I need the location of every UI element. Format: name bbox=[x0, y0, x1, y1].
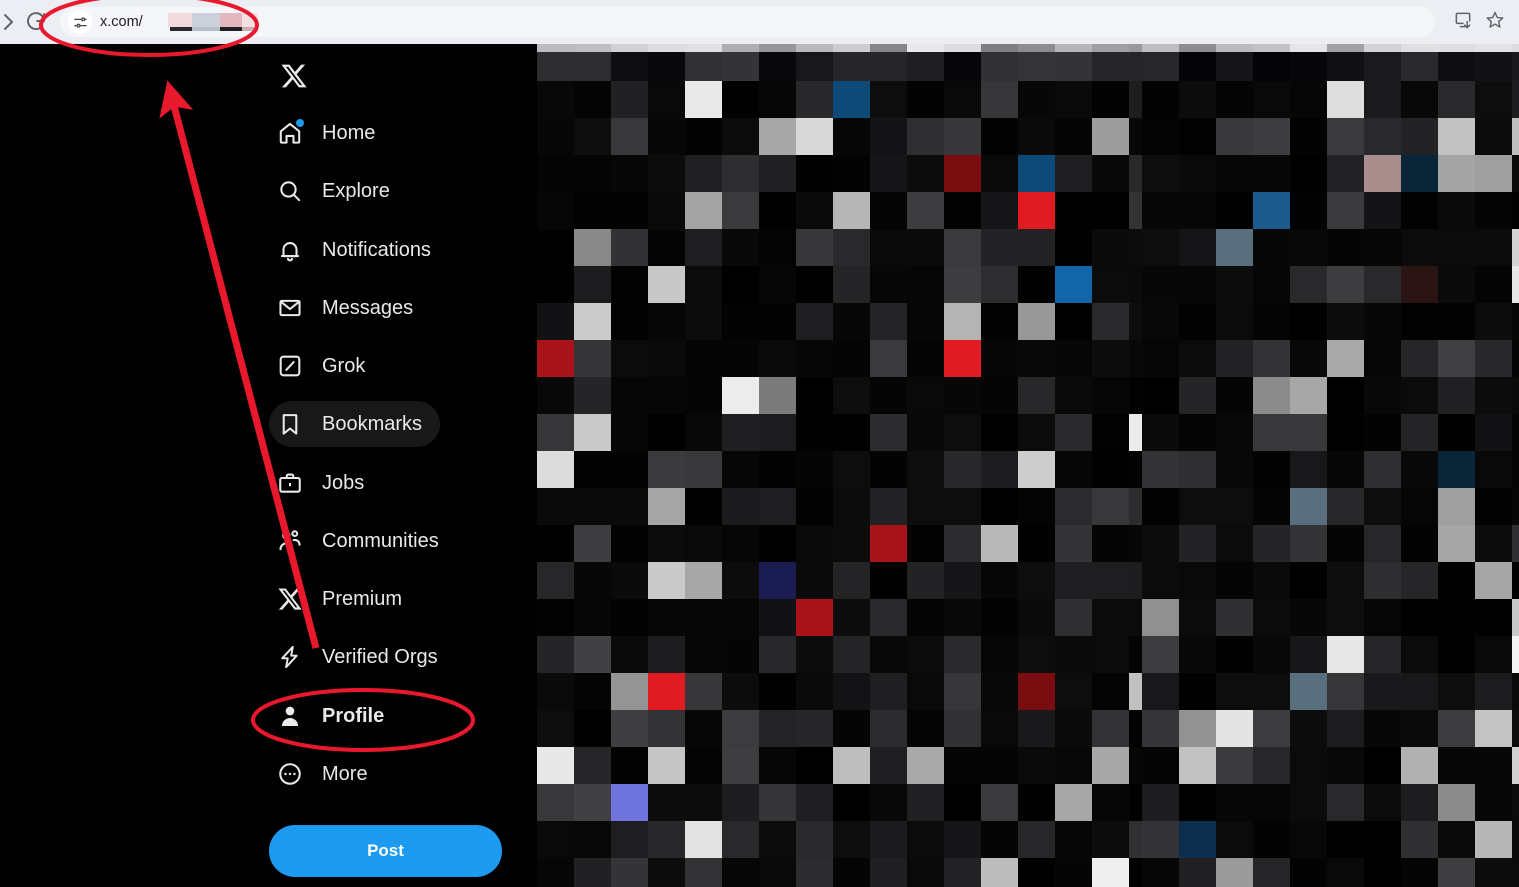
screenshot-root: x.com/ Home Explore Notifications Messag… bbox=[0, 0, 1519, 887]
sidebar-item-label: Bookmarks bbox=[322, 412, 423, 435]
sidebar-item-label: Notifications bbox=[322, 238, 431, 261]
sidebar-item-label: Explore bbox=[322, 179, 390, 202]
sidebar-item-label: Messages bbox=[322, 296, 414, 319]
sidebar-item-verified-orgs[interactable]: Verified Orgs bbox=[269, 634, 456, 680]
briefcase-icon bbox=[275, 468, 305, 498]
url-redacted-segment bbox=[168, 13, 258, 32]
x-app: Home Explore Notifications Messages Grok Book… bbox=[0, 44, 1519, 887]
sidebar-item-communities[interactable]: Communities bbox=[269, 518, 457, 564]
url-text[interactable]: x.com/ bbox=[100, 7, 143, 37]
sidebar-item-label: Jobs bbox=[322, 471, 365, 494]
sidebar-item-messages[interactable]: Messages bbox=[269, 285, 431, 331]
site-settings-tune-icon[interactable] bbox=[68, 10, 92, 34]
address-bar[interactable]: x.com/ bbox=[60, 7, 1435, 37]
sidebar-item-more[interactable]: More bbox=[269, 751, 386, 797]
x-logo-icon[interactable] bbox=[276, 58, 312, 94]
right-sidebar-column-censored[interactable] bbox=[1142, 44, 1519, 887]
bookmark-icon bbox=[275, 409, 305, 439]
reload-icon[interactable] bbox=[24, 10, 48, 34]
sidebar-item-label: Communities bbox=[322, 529, 439, 552]
grok-icon bbox=[275, 351, 305, 381]
notification-dot bbox=[296, 119, 304, 127]
sidebar-item-explore[interactable]: Explore bbox=[269, 168, 408, 214]
sidebar-item-premium[interactable]: Premium bbox=[269, 576, 420, 622]
sidebar-item-label: Verified Orgs bbox=[322, 645, 438, 668]
sidebar-item-grok[interactable]: Grok bbox=[269, 343, 383, 389]
more-circle-icon bbox=[275, 759, 305, 789]
browser-toolbar: x.com/ bbox=[0, 0, 1519, 44]
communities-icon bbox=[275, 526, 305, 556]
sidebar-item-jobs[interactable]: Jobs bbox=[269, 460, 382, 506]
sidebar-item-label: Premium bbox=[322, 587, 403, 610]
sidebar-item-label: Grok bbox=[322, 354, 366, 377]
sidebar-item-home[interactable]: Home bbox=[269, 110, 393, 156]
timeline-column-censored[interactable] bbox=[537, 44, 1142, 887]
forward-chevron-icon[interactable] bbox=[0, 10, 20, 34]
sidebar-item-bookmarks[interactable]: Bookmarks bbox=[269, 401, 441, 447]
install-app-icon[interactable] bbox=[1453, 10, 1477, 34]
search-icon bbox=[275, 176, 305, 206]
person-icon bbox=[275, 701, 305, 731]
sidebar-item-notifications[interactable]: Notifications bbox=[269, 227, 449, 273]
sidebar-item-label: Home bbox=[322, 121, 376, 144]
toolbar-right-actions bbox=[1453, 7, 1509, 37]
lightning-icon bbox=[275, 642, 305, 672]
envelope-icon bbox=[275, 293, 305, 323]
sidebar-item-label: More bbox=[322, 762, 368, 785]
sidebar-item-profile[interactable]: Profile bbox=[269, 693, 402, 739]
sidebar-item-label: Profile bbox=[322, 704, 385, 727]
x-logo-icon bbox=[275, 584, 305, 614]
post-button[interactable]: Post bbox=[269, 825, 502, 877]
primary-navigation-sidebar: Home Explore Notifications Messages Grok Book… bbox=[0, 44, 537, 887]
home-icon bbox=[275, 118, 305, 148]
bell-icon bbox=[275, 235, 305, 265]
bookmark-star-icon[interactable] bbox=[1485, 10, 1509, 34]
